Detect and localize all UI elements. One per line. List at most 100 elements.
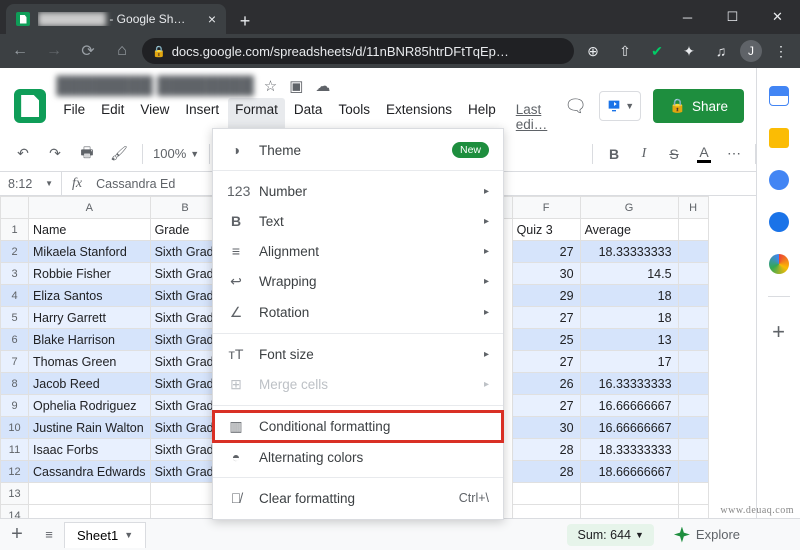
menu-file[interactable]: File [56, 98, 92, 136]
cell[interactable]: Average [580, 219, 678, 241]
undo-button[interactable]: ↶ [10, 141, 36, 167]
cell[interactable] [678, 351, 708, 373]
zoom-icon[interactable]: ⊕ [580, 38, 606, 64]
cell[interactable] [678, 461, 708, 483]
new-tab-button[interactable]: + [232, 8, 258, 34]
row-header[interactable]: 4 [1, 285, 29, 307]
cell[interactable]: Sixth Grad [150, 329, 220, 351]
cell[interactable]: 27 [512, 351, 580, 373]
extension-shield-icon[interactable]: ✔ [644, 38, 670, 64]
cell[interactable]: 16.66666667 [580, 417, 678, 439]
row-header[interactable]: 3 [1, 263, 29, 285]
close-tab-icon[interactable]: × [208, 11, 216, 27]
calendar-addon-icon[interactable] [769, 86, 789, 106]
explore-button[interactable]: Explore [664, 523, 750, 547]
cell[interactable]: Sixth Grad [150, 351, 220, 373]
menu-wrapping[interactable]: ↩ Wrapping▸ [213, 266, 503, 297]
cell[interactable]: 25 [512, 329, 580, 351]
sheets-logo[interactable] [14, 89, 46, 123]
row-header[interactable]: 10 [1, 417, 29, 439]
chrome-menu-icon[interactable]: ⋮ [768, 38, 794, 64]
zoom-select[interactable]: 100% ▼ [153, 146, 199, 161]
omnibox[interactable]: 🔒 docs.google.com/spreadsheets/d/11nBNR8… [142, 38, 574, 64]
cell[interactable]: Sixth Grad [150, 417, 220, 439]
cell[interactable]: 28 [512, 461, 580, 483]
cell[interactable]: 30 [512, 263, 580, 285]
cell[interactable]: 18.33333333 [580, 241, 678, 263]
tasks-addon-icon[interactable] [769, 170, 789, 190]
quick-sum-chip[interactable]: Sum: 644▼ [567, 524, 653, 546]
maps-addon-icon[interactable] [769, 254, 789, 274]
cell[interactable]: 27 [512, 241, 580, 263]
redo-button[interactable]: ↷ [42, 141, 68, 167]
share-button[interactable]: 🔒 Share [653, 89, 744, 123]
cell[interactable]: Name [29, 219, 151, 241]
cell[interactable]: 18 [580, 307, 678, 329]
cell[interactable]: Sixth Grad [150, 461, 220, 483]
cell[interactable] [29, 483, 151, 505]
back-button[interactable]: ← [6, 37, 34, 65]
keep-addon-icon[interactable] [769, 128, 789, 148]
contacts-addon-icon[interactable] [769, 212, 789, 232]
cell[interactable]: Sixth Grad [150, 263, 220, 285]
menu-clear-formatting[interactable]: Ｔ̸ Clear formatting Ctrl+\ [213, 483, 503, 513]
col-header-g[interactable]: G [580, 197, 678, 219]
cell[interactable] [150, 483, 220, 505]
cell[interactable]: Sixth Grad [150, 395, 220, 417]
row-header[interactable]: 6 [1, 329, 29, 351]
cell[interactable]: 18 [580, 285, 678, 307]
move-icon[interactable]: ▣ [289, 77, 303, 95]
row-header[interactable]: 7 [1, 351, 29, 373]
cell[interactable] [678, 219, 708, 241]
cell[interactable]: 29 [512, 285, 580, 307]
menu-view[interactable]: View [133, 98, 176, 136]
add-addon-button[interactable]: + [772, 319, 785, 345]
sheet-tab[interactable]: Sheet1▼ [64, 522, 146, 548]
cell[interactable]: Justine Rain Walton [29, 417, 151, 439]
cell[interactable]: Quiz 3 [512, 219, 580, 241]
cell[interactable]: 13 [580, 329, 678, 351]
row-header[interactable]: 8 [1, 373, 29, 395]
cell[interactable] [678, 373, 708, 395]
col-header-a[interactable]: A [29, 197, 151, 219]
row-header[interactable]: 5 [1, 307, 29, 329]
strikethrough-button[interactable]: S [661, 141, 687, 167]
cell[interactable]: Sixth Grad [150, 439, 220, 461]
row-header[interactable]: 11 [1, 439, 29, 461]
meet-button[interactable]: ▼ [599, 91, 641, 121]
menu-font-size[interactable]: тT Font size▸ [213, 339, 503, 369]
cell[interactable]: 18.66666667 [580, 461, 678, 483]
cell[interactable]: Sixth Grad [150, 285, 220, 307]
cell[interactable] [512, 483, 580, 505]
cell[interactable] [678, 241, 708, 263]
menu-theme[interactable]: ◑ Theme New [213, 135, 503, 165]
row-header[interactable]: 9 [1, 395, 29, 417]
col-header-b[interactable]: B [150, 197, 220, 219]
cell[interactable]: 26 [512, 373, 580, 395]
row-header[interactable]: 2 [1, 241, 29, 263]
share-page-icon[interactable]: ⇧ [612, 38, 638, 64]
menu-edit[interactable]: Edit [94, 98, 131, 136]
cell[interactable]: Sixth Grad [150, 241, 220, 263]
menu-rotation[interactable]: ∠ Rotation▸ [213, 297, 503, 328]
all-sheets-button[interactable]: ≡ [34, 527, 64, 542]
menu-conditional-formatting[interactable]: ▥ Conditional formatting [213, 411, 503, 442]
col-header-f[interactable]: F [512, 197, 580, 219]
cell[interactable] [678, 285, 708, 307]
cell[interactable]: 14.5 [580, 263, 678, 285]
minimize-button[interactable]: ─ [665, 0, 710, 34]
cell[interactable]: 16.66666667 [580, 395, 678, 417]
row-header[interactable]: 1 [1, 219, 29, 241]
maximize-button[interactable]: ☐ [710, 0, 755, 34]
cell[interactable]: 30 [512, 417, 580, 439]
cell[interactable]: Cassandra Edwards [29, 461, 151, 483]
name-box[interactable]: 8:12▼ [0, 172, 62, 195]
cell[interactable] [678, 483, 708, 505]
cell[interactable]: Eliza Santos [29, 285, 151, 307]
reload-button[interactable]: ⟳ [74, 37, 102, 65]
cell[interactable] [678, 417, 708, 439]
italic-button[interactable]: I [631, 141, 657, 167]
bold-button[interactable]: B [601, 141, 627, 167]
add-sheet-button[interactable]: + [0, 523, 34, 546]
menu-text[interactable]: B Text▸ [213, 206, 503, 236]
